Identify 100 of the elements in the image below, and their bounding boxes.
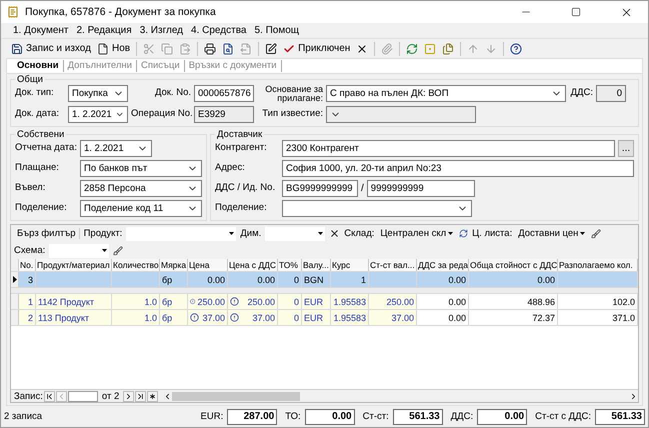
text-field[interactable]: 2300 Контрагент [282,140,615,157]
total-value: 561.33 [392,408,443,424]
text-field[interactable]: 0000657876 [194,85,254,102]
paperclip-icon [381,42,394,54]
toolbar-button[interactable]: Приключен [281,40,352,57]
column-header[interactable]: Разполагаемо кол. [558,259,638,271]
field-label: Въвел: [15,181,46,193]
column-header[interactable]: ТО% [278,259,302,271]
combo-box[interactable]: 2858 Персона [80,180,202,197]
column-header[interactable]: Валу... [302,259,331,271]
text-field[interactable]: BG9999999999 [282,180,358,197]
toolbar-button[interactable]: Нов [94,40,132,57]
menu-item[interactable]: 2. Редакция [72,25,136,36]
field-label: ДДС: [570,86,593,98]
text-field[interactable]: София 1000, ул. 20-ти април No:23 [282,160,634,177]
column-header[interactable]: Продукт/материал [36,259,112,271]
table-cell: бр [160,310,188,325]
document-icon [240,42,252,54]
table-row[interactable]: 3 бр 0.00 0.00 0 BGN 1 0.00 0.00 [11,272,638,288]
field-label: Операция No. [131,107,191,119]
combo-box[interactable]: Централен скл [378,226,456,240]
field-label: ДДС / Ид. No. [215,181,276,193]
menu-item[interactable]: 5. Помощ [250,25,303,36]
record-field[interactable] [68,390,98,402]
group-title: Собствени [16,129,66,140]
field-label: Док. тип: [15,86,55,98]
combo-box[interactable]: Поделение код 11 [80,200,202,217]
table-cell: 37.00 [369,310,417,325]
combo-box[interactable]: 1. 2.2021 [80,140,152,157]
column-header[interactable]: No. [19,259,36,271]
preview-icon [222,42,234,54]
frame-icon [424,42,436,54]
help-icon [510,42,522,54]
dropdown-arrow-icon [229,232,234,235]
cell-value: 37.00 [202,312,225,322]
next-record-button[interactable] [123,390,134,402]
combo-box[interactable]: Доставни цен [516,226,588,240]
table-cell: 1142 Продукт [36,294,112,309]
close-icon [356,42,368,54]
column-header[interactable]: Цена [188,259,228,271]
paste-icon [179,42,192,54]
combo-box[interactable] [282,200,472,217]
alert-icon [190,313,199,322]
column-header[interactable]: Мярка [160,259,188,271]
field-label: Основание за прилагане: [264,85,323,103]
field-label: Тип известие: [261,107,323,119]
dropdown-arrow-icon [318,232,324,235]
menu-item[interactable]: 4. Средства [187,25,250,36]
refresh-icon[interactable] [459,229,468,238]
table-cell: 0 [278,310,302,325]
edit-icon [265,42,278,54]
table-row[interactable]: 1 1142 Продукт 1.0 бр 250.00 250.00 0 EUR 1.95583 250.00 0.00 488.96 102.0 [11,294,638,310]
group-title: Доставчик [216,129,264,140]
brush-icon[interactable] [113,246,124,256]
toolbar-button[interactable]: Запис и изход [9,40,93,57]
table-cell: 1 [19,294,36,309]
dropdown-arrow-icon [580,232,586,235]
combo-box[interactable]: По банков път [80,160,202,177]
field-label: Док. дата: [15,107,60,119]
field-label: Док. No. [154,86,191,98]
filter-label: Склад: [344,228,374,239]
combo-box[interactable]: Покупка [68,85,128,102]
new-record-button[interactable] [147,390,158,402]
column-header[interactable]: ДДС за реда [417,259,469,271]
alert-icon [230,297,239,306]
tab[interactable]: Основни [13,60,64,72]
first-record-button[interactable] [44,390,55,402]
table-row[interactable]: 2 113 Продукт 1.0 бр 37.00 37.00 0 EUR 1.95583 37.00 0.00 72.37 371.0 [11,310,638,326]
combo-box[interactable]: 1. 2.2021 [68,106,128,123]
brush-icon[interactable] [591,228,602,238]
print-icon [204,42,216,54]
record-count-label: от 2 [102,390,120,402]
row-header[interactable] [11,272,19,287]
table-cell: бр [160,294,188,309]
menu-item[interactable]: 3. Изглед [136,25,188,36]
dropdown-arrow-icon [448,232,454,235]
column-header[interactable]: Курс [331,259,369,271]
menu-item[interactable]: 1. Документ [9,25,72,36]
column-header[interactable]: Цена с ДДС [228,259,278,271]
cut-icon [143,42,156,54]
alert-icon [190,297,196,306]
up-arrow-icon [467,42,480,54]
combo-box[interactable]: С право на пълен ДК: ВОП [326,85,566,102]
field-label: Поделение: [15,201,68,213]
navigator-label: Запис: [14,390,43,402]
clear-icon[interactable] [329,228,340,239]
column-header[interactable]: Количество [112,259,160,271]
table-cell: 0 [278,294,302,309]
filter-label: Ц. листа: [472,228,512,239]
horizontal-scrollbar[interactable] [163,390,638,402]
alert-icon [230,313,239,322]
browse-button[interactable]: ... [618,140,634,157]
last-record-button[interactable] [135,390,146,402]
column-header[interactable]: Обща стойност с ДДС [469,259,558,271]
quick-filter-button[interactable]: Бърз филтър [14,228,80,239]
text-field[interactable]: 9999999999 [366,180,475,197]
window-title: Покупка, 657876 - Документ за покупка [25,6,217,18]
table-cell: 1.0 [112,294,160,309]
field-label: Плащане: [15,161,60,173]
column-header[interactable]: Ст-ст вал... [369,259,417,271]
